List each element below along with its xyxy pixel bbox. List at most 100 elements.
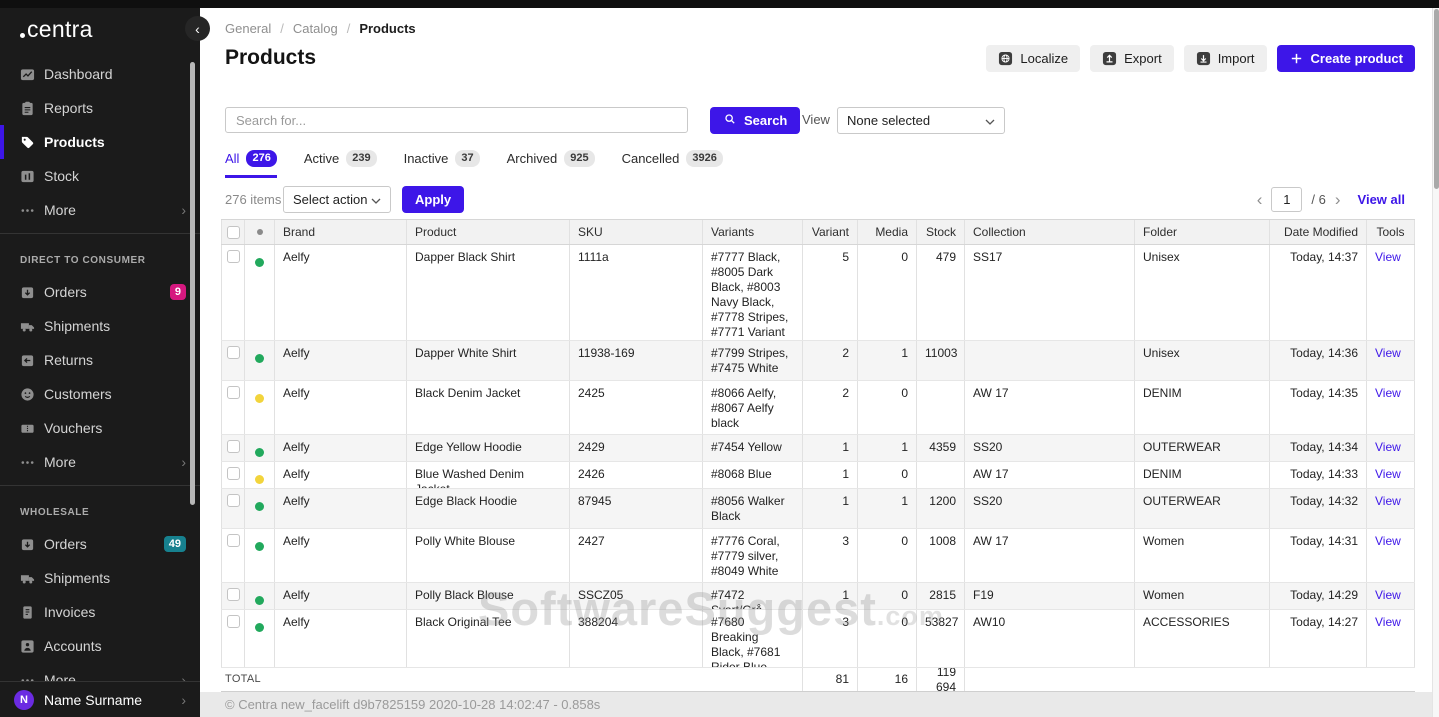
breadcrumb-item-general[interactable]: General — [225, 21, 271, 36]
cell-variants: #7472 Svart/Grå — [703, 583, 803, 609]
tab-archived[interactable]: Archived 925 — [507, 150, 595, 178]
sidebar-item-label: More — [44, 454, 76, 470]
row-checkbox[interactable] — [226, 534, 240, 547]
sidebar-item-stock[interactable]: Stock — [0, 159, 200, 193]
sidebar-item-shipments[interactable]: Shipments — [0, 309, 200, 343]
table-row: Aelfy Edge Black Hoodie 87945 #8056 Walker … — [221, 489, 1415, 529]
accounts-icon — [20, 639, 35, 654]
sidebar-item-label: Shipments — [44, 318, 111, 334]
create-product-button[interactable]: Create product — [1276, 45, 1415, 72]
cell-folder: Women — [1135, 583, 1270, 609]
products-table: Brand Product SKU Variants Variant Media Stock… — [221, 219, 1415, 692]
tab-inactive[interactable]: Inactive 37 — [404, 150, 480, 178]
sidebar-item-more[interactable]: More › — [0, 445, 200, 479]
shipments-icon — [20, 319, 35, 334]
cell-product: Edge Black Hoodie — [407, 489, 570, 528]
cell-variant: 1 — [803, 489, 858, 528]
table-row: Aelfy Black Original Tee 388204 #7680 Break… — [221, 610, 1415, 668]
row-checkbox[interactable] — [226, 250, 240, 263]
breadcrumb-item-catalog[interactable]: Catalog — [293, 21, 338, 36]
import-button[interactable]: Import — [1183, 45, 1267, 72]
col-header-media: Media — [858, 220, 917, 244]
cell-stock — [917, 381, 965, 434]
search-button[interactable]: Search — [710, 107, 801, 134]
export-icon — [1102, 51, 1117, 66]
view-link[interactable]: View — [1375, 494, 1401, 508]
prev-page-icon[interactable]: ‹ — [1257, 191, 1263, 208]
bulk-action-select[interactable]: Select action — [283, 186, 391, 213]
cell-status — [245, 610, 275, 667]
sidebar-item-accounts[interactable]: Accounts — [0, 629, 200, 663]
logo-text: centra — [27, 16, 93, 42]
select-all-checkbox[interactable] — [226, 225, 240, 239]
shipments-icon — [20, 571, 35, 586]
status-dot-green — [255, 623, 264, 632]
sidebar-item-products[interactable]: Products — [0, 125, 200, 159]
page-scrollbar-thumb[interactable] — [1434, 9, 1439, 189]
sidebar-item-dashboard[interactable]: Dashboard — [0, 57, 200, 91]
col-header-date-modified: Date Modified — [1270, 220, 1367, 244]
sidebar-item-orders[interactable]: Orders 9 — [0, 275, 200, 309]
search-input[interactable] — [225, 107, 688, 133]
sidebar-item-reports[interactable]: Reports — [0, 91, 200, 125]
view-link[interactable]: View — [1375, 440, 1401, 454]
cell-product: Polly Black Blouse — [407, 583, 570, 609]
sidebar-section-label-direct-to-consumer: DIRECT TO CONSUMER — [20, 255, 146, 266]
sidebar-item-customers[interactable]: Customers — [0, 377, 200, 411]
row-checkbox[interactable] — [226, 467, 240, 480]
sidebar-collapse-button[interactable]: ‹ — [185, 16, 210, 41]
cell-stock: 479 — [917, 245, 965, 340]
user-menu[interactable]: N Name Surname › — [0, 681, 200, 717]
col-header-stock: Stock — [917, 220, 965, 244]
cell-product: Polly White Blouse — [407, 529, 570, 582]
view-all-link[interactable]: View all — [1358, 192, 1405, 207]
cell-collection — [965, 341, 1135, 380]
cell-select — [221, 583, 245, 609]
table-body: Aelfy Dapper Black Shirt 1111a #7777 Black,… — [221, 245, 1415, 668]
view-link[interactable]: View — [1375, 386, 1401, 400]
view-link[interactable]: View — [1375, 615, 1401, 629]
sidebar-item-returns[interactable]: Returns — [0, 343, 200, 377]
sidebar-item-shipments[interactable]: Shipments — [0, 561, 200, 595]
apply-button[interactable]: Apply — [402, 186, 465, 213]
row-checkbox[interactable] — [226, 588, 240, 601]
row-checkbox[interactable] — [226, 386, 240, 399]
tab-all[interactable]: All 276 — [225, 150, 277, 179]
sidebar-scrollbar[interactable] — [190, 62, 195, 505]
cell-collection: AW 17 — [965, 529, 1135, 582]
view-link[interactable]: View — [1375, 346, 1401, 360]
cell-folder: OUTERWEAR — [1135, 435, 1270, 461]
row-checkbox[interactable] — [226, 346, 240, 359]
tab-cancelled[interactable]: Cancelled 3926 — [622, 150, 723, 178]
sidebar-item-invoices[interactable]: Invoices — [0, 595, 200, 629]
cell-select — [221, 610, 245, 667]
next-page-icon[interactable]: › — [1335, 191, 1341, 208]
cell-date-modified: Today, 14:34 — [1270, 435, 1367, 461]
cell-media: 0 — [858, 583, 917, 609]
sidebar-item-more[interactable]: More › — [0, 193, 200, 227]
sidebar-item-label: Orders — [44, 284, 87, 300]
row-checkbox[interactable] — [226, 440, 240, 453]
sidebar: centra Dashboard Reports Products Stock More… — [0, 0, 200, 717]
row-checkbox[interactable] — [226, 494, 240, 507]
view-link[interactable]: View — [1375, 534, 1401, 548]
view-link[interactable]: View — [1375, 467, 1401, 481]
notification-badge: 49 — [163, 535, 186, 553]
cell-product: Dapper Black Shirt — [407, 245, 570, 340]
view-link[interactable]: View — [1375, 588, 1401, 602]
sidebar-item-label: Accounts — [44, 638, 102, 654]
tab-label: Archived — [506, 151, 558, 167]
cell-stock: 11003 — [917, 341, 965, 380]
view-link[interactable]: View — [1375, 250, 1401, 264]
sidebar-item-orders[interactable]: Orders 49 — [0, 527, 200, 561]
tab-active[interactable]: Active 239 — [304, 150, 377, 178]
export-button[interactable]: Export — [1090, 45, 1174, 72]
view-select[interactable]: None selected — [837, 107, 1005, 134]
sidebar-item-vouchers[interactable]: Vouchers — [0, 411, 200, 445]
localize-button[interactable]: Localize — [986, 45, 1081, 72]
row-checkbox[interactable] — [226, 615, 240, 628]
cell-folder: DENIM — [1135, 462, 1270, 488]
page-input[interactable] — [1271, 187, 1303, 212]
table-header-row: Brand Product SKU Variants Variant Media Stock… — [221, 219, 1415, 245]
cell-stock: 53827 — [917, 610, 965, 667]
